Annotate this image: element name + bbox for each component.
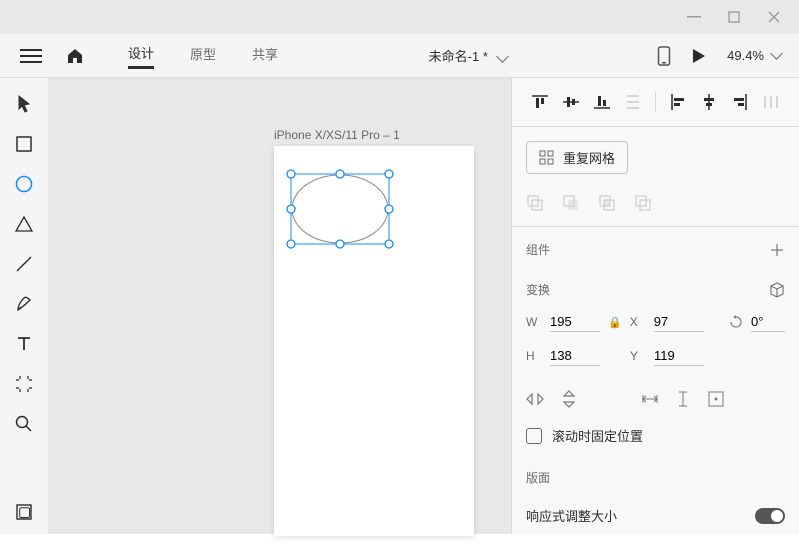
y-input[interactable] bbox=[654, 346, 704, 366]
window-titlebar bbox=[0, 0, 799, 34]
polygon-tool[interactable] bbox=[14, 214, 34, 234]
resize-v-icon[interactable] bbox=[676, 391, 690, 407]
flip-v-icon[interactable] bbox=[562, 390, 576, 408]
x-input[interactable] bbox=[654, 312, 704, 332]
align-left-icon[interactable] bbox=[664, 88, 691, 116]
resize-all-icon[interactable] bbox=[708, 391, 724, 407]
h-label: H bbox=[526, 349, 542, 363]
lock-aspect-icon[interactable]: 🔒 bbox=[608, 316, 622, 329]
section-transform: 变换 bbox=[512, 271, 799, 308]
boolean-add-icon[interactable] bbox=[526, 194, 544, 212]
window-close-icon[interactable] bbox=[767, 10, 781, 24]
properties-panel: 重复网格 组件 ＋ 变换 W 🔒 X H Y bbox=[511, 78, 799, 534]
section-layout: 版面 bbox=[512, 459, 799, 496]
fix-on-scroll-checkbox[interactable] bbox=[526, 428, 542, 444]
device-preview-icon[interactable] bbox=[657, 46, 671, 66]
repeat-grid-row: 重复网格 bbox=[512, 127, 799, 184]
tab-design[interactable]: 设计 bbox=[128, 43, 154, 69]
x-label: X bbox=[630, 315, 646, 329]
artboard-tool[interactable] bbox=[14, 374, 34, 394]
tab-prototype[interactable]: 原型 bbox=[190, 44, 216, 67]
rotate-icon[interactable] bbox=[729, 315, 743, 329]
boolean-exclude-icon[interactable] bbox=[634, 194, 652, 212]
top-bar: 设计 原型 共享 未命名-1 * 49.4% bbox=[0, 34, 799, 78]
chevron-down-icon[interactable] bbox=[496, 50, 509, 63]
boolean-subtract-icon[interactable] bbox=[562, 194, 580, 212]
flip-h-icon[interactable] bbox=[526, 392, 544, 406]
artboard[interactable] bbox=[274, 146, 474, 536]
responsive-toggle[interactable] bbox=[755, 508, 785, 524]
assets-panel-icon[interactable] bbox=[14, 502, 34, 522]
align-row bbox=[512, 78, 799, 127]
play-button[interactable] bbox=[693, 49, 705, 63]
flip-row bbox=[512, 380, 799, 418]
tool-rail bbox=[0, 78, 48, 534]
zoom-control[interactable]: 49.4% bbox=[727, 48, 781, 63]
align-right-icon[interactable] bbox=[726, 88, 753, 116]
add-component-button[interactable]: ＋ bbox=[769, 237, 785, 261]
chevron-down-icon bbox=[770, 47, 783, 60]
repeat-grid-label: 重复网格 bbox=[563, 148, 615, 167]
responsive-resize-label: 响应式调整大小 bbox=[526, 506, 745, 525]
home-button[interactable] bbox=[66, 48, 84, 64]
section-component: 组件 ＋ bbox=[512, 227, 799, 271]
repeat-grid-button[interactable]: 重复网格 bbox=[526, 141, 628, 174]
tab-share[interactable]: 共享 bbox=[252, 44, 278, 67]
text-tool[interactable] bbox=[14, 334, 34, 354]
width-input[interactable] bbox=[550, 312, 600, 332]
distribute-v-icon[interactable] bbox=[620, 88, 647, 116]
align-vcenter-icon[interactable] bbox=[557, 88, 584, 116]
artboard-label[interactable]: iPhone X/XS/11 Pro – 1 bbox=[274, 128, 400, 142]
menu-button[interactable] bbox=[20, 49, 42, 63]
height-input[interactable] bbox=[550, 346, 600, 366]
w-label: W bbox=[526, 315, 542, 329]
canvas[interactable]: iPhone X/XS/11 Pro – 1 bbox=[48, 78, 511, 534]
component-3d-icon[interactable] bbox=[769, 282, 785, 298]
document-title: 未命名-1 * bbox=[278, 46, 657, 65]
align-bottom-icon[interactable] bbox=[589, 88, 616, 116]
rotation-input[interactable] bbox=[751, 312, 785, 332]
align-top-icon[interactable] bbox=[526, 88, 553, 116]
y-label: Y bbox=[630, 349, 646, 363]
window-maximize-icon[interactable] bbox=[727, 10, 741, 24]
line-tool[interactable] bbox=[14, 254, 34, 274]
distribute-h-icon[interactable] bbox=[758, 88, 785, 116]
select-tool[interactable] bbox=[14, 94, 34, 114]
boolean-intersect-icon[interactable] bbox=[598, 194, 616, 212]
resize-h-icon[interactable] bbox=[642, 392, 658, 406]
zoom-value: 49.4% bbox=[727, 48, 764, 63]
zoom-tool[interactable] bbox=[14, 414, 34, 434]
window-minimize-icon[interactable] bbox=[687, 10, 701, 24]
ellipse-tool[interactable] bbox=[14, 174, 34, 194]
pen-tool[interactable] bbox=[14, 294, 34, 314]
align-hcenter-icon[interactable] bbox=[695, 88, 722, 116]
rectangle-tool[interactable] bbox=[14, 134, 34, 154]
fix-on-scroll-label: 滚动时固定位置 bbox=[552, 426, 643, 445]
